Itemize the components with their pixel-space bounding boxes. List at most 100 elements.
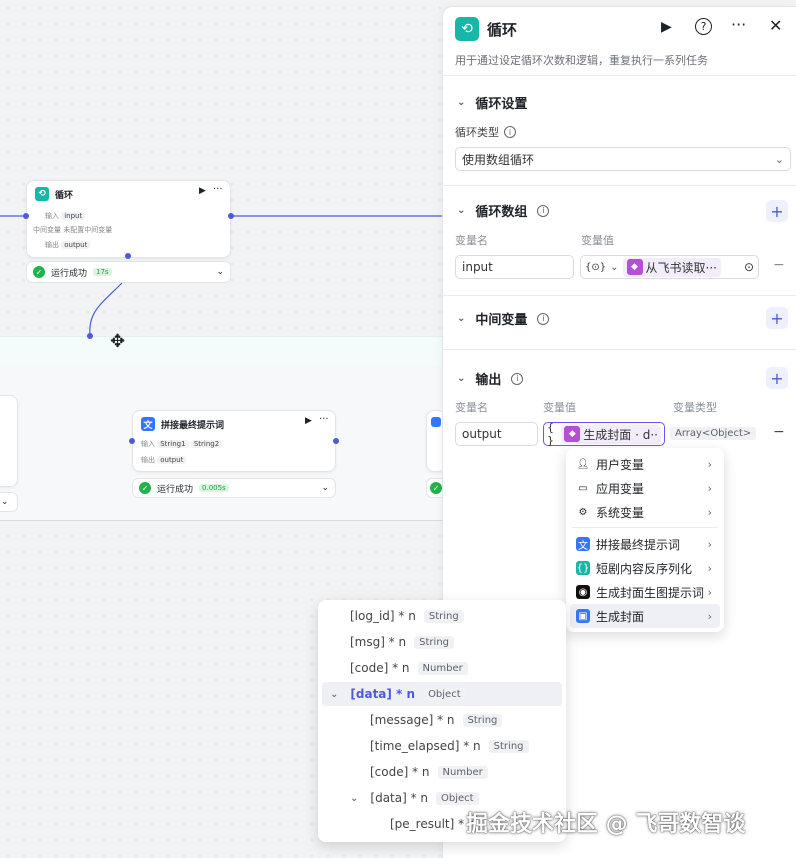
chevron-right-icon: › — [707, 561, 712, 575]
concat-output-label: 输出 — [141, 456, 155, 464]
partial-status-left[interactable]: ⌄ — [0, 492, 18, 512]
chevron-down-icon: ⌄ — [457, 205, 466, 216]
tree-row[interactable]: ⌄ [data] * n Object — [350, 787, 479, 809]
menu-item-label: 生成封面 — [596, 609, 645, 624]
add-loop-array-button[interactable]: + — [766, 200, 788, 222]
tree-row[interactable]: [pe_result] * n — [390, 813, 476, 835]
more-icon[interactable]: ··· — [319, 414, 329, 425]
concat-time-badge: 0.005s — [199, 484, 229, 492]
tree-row-type: String — [462, 713, 503, 727]
section-loop-settings[interactable]: ⌄ 循环设置 — [457, 93, 527, 112]
close-icon[interactable]: ✕ — [769, 16, 782, 35]
remove-row-button[interactable]: − — [773, 257, 785, 273]
section-output[interactable]: ⌄ 输出 i — [457, 369, 524, 388]
tree-row[interactable]: [code] * n Number — [370, 761, 488, 783]
feishu-node-icon: ◆ — [626, 259, 643, 275]
text-node-icon: 文 — [141, 417, 155, 431]
loop-body-in-port[interactable] — [87, 333, 93, 339]
loop-status-bar[interactable]: ✓ 运行成功 17s ⌄ — [26, 261, 231, 283]
image-node-icon: ◆ — [564, 426, 581, 442]
help-icon[interactable]: ? — [695, 18, 712, 35]
concat-status-bar[interactable]: ✓ 运行成功 0.005s ⌄ — [132, 478, 336, 498]
menu-item-user-vars[interactable]: 👤︎ 用户变量 › — [570, 452, 720, 476]
output-value-input[interactable]: { } ◆ 生成封面 · d·· — [543, 421, 665, 447]
code-node-icon: {} — [576, 561, 590, 575]
tree-row-label: [time_elapsed] * n — [370, 739, 481, 753]
section-loop-array[interactable]: ⌄ 循环数组 i — [457, 201, 550, 220]
panel-description: 用于通过设定循环次数和逻辑，重复执行一系列任务 — [455, 54, 708, 67]
concat-out-port[interactable] — [333, 438, 339, 444]
menu-item-cover-node[interactable]: ▣ 生成封面 › — [570, 604, 720, 628]
variable-type-icon[interactable]: {⊙} — [585, 262, 606, 273]
run-icon[interactable]: ▶ — [305, 416, 312, 426]
menu-item-label: 短剧内容反序列化 — [596, 561, 693, 576]
tree-row[interactable]: [log_id] * n String — [350, 605, 464, 627]
add-middle-var-button[interactable]: + — [766, 307, 788, 329]
tree-row-label: [pe_result] * n — [390, 817, 476, 831]
success-icon: ✓ — [139, 482, 151, 494]
tree-row[interactable]: [message] * n String — [370, 709, 503, 731]
menu-item-system-vars[interactable]: ⚙ 系统变量 › — [570, 500, 720, 524]
move-cursor-icon: ✥ — [110, 331, 126, 352]
loop-body-header — [0, 336, 442, 366]
chevron-down-icon[interactable]: ⌄ — [330, 689, 338, 700]
section-title: 循环设置 — [475, 97, 528, 112]
concat-in-port[interactable] — [129, 438, 135, 444]
output-name-input[interactable]: output — [455, 422, 538, 446]
chevron-down-icon[interactable]: ⌄ — [350, 793, 358, 804]
tree-row[interactable]: [time_elapsed] * n String — [370, 735, 529, 757]
run-icon[interactable]: ▶ — [199, 186, 206, 196]
menu-item-prompt-node[interactable]: ◉ 生成封面生图提示词 › — [570, 580, 720, 604]
col-var-name: 变量名 — [455, 401, 488, 414]
loop-array-name-input[interactable]: input — [455, 255, 574, 279]
output-ref: 生成封面 · d·· — [583, 427, 658, 442]
chevron-down-icon: ⌄ — [216, 267, 224, 277]
concat-input-chip-1: String1 — [157, 440, 189, 448]
loop-mid-label: 中间变量 — [33, 226, 61, 234]
menu-item-label: 拼接最终提示词 — [596, 537, 681, 552]
run-icon[interactable]: ▶ — [661, 19, 672, 35]
tree-row[interactable]: [msg] * n String — [350, 631, 454, 653]
concat-node[interactable]: 文 拼接最终提示词 ▶ ··· 输入 String1 String2 输出 ou… — [132, 410, 336, 472]
more-icon[interactable]: ··· — [213, 184, 223, 195]
info-icon: i — [504, 126, 516, 138]
divider — [572, 527, 718, 528]
remove-row-button[interactable]: − — [773, 424, 785, 440]
variable-type-icon[interactable]: { } — [547, 421, 558, 447]
loop-node[interactable]: ⟲ 循环 ▶ ··· 输入 input 中间变量 未配置中间变量 输出 outp… — [26, 180, 231, 258]
tree-row-label: [code] * n — [370, 765, 430, 779]
tree-row-type: String — [423, 609, 464, 623]
chevron-down-icon: ⌄ — [457, 97, 466, 108]
loop-type-value: 使用数组循环 — [462, 152, 535, 167]
loop-time-badge: 17s — [93, 268, 112, 276]
loop-out-port[interactable] — [228, 213, 234, 219]
concat-output-chip: output — [157, 456, 187, 464]
loop-in-port[interactable] — [23, 213, 29, 219]
menu-item-app-vars[interactable]: ▭ 应用变量 › — [570, 476, 720, 500]
col-var-value: 变量值 — [581, 234, 614, 247]
menu-item-label: 生成封面生图提示词 — [596, 585, 705, 600]
add-output-button[interactable]: + — [766, 367, 788, 389]
tree-row[interactable]: [code] * n Number — [350, 657, 468, 679]
tree-row-type: Object — [436, 791, 479, 805]
menu-item-label: 用户变量 — [596, 457, 645, 472]
chevron-right-icon: › — [707, 537, 712, 551]
loop-type-select[interactable]: 使用数组循环 ⌄ — [455, 147, 791, 171]
section-middle-var[interactable]: ⌄ 中间变量 i — [457, 309, 550, 328]
loop-type-label: 循环类型 — [455, 126, 499, 139]
loop-node-title: 循环 — [55, 190, 74, 201]
concat-input-label: 输入 — [141, 440, 155, 448]
menu-item-concat-node[interactable]: 文 拼接最终提示词 › — [570, 532, 720, 556]
tree-row-selected[interactable]: ⌄ [data] * n Object — [330, 683, 466, 705]
partial-node-left[interactable]: ·· — [0, 395, 18, 487]
divider — [443, 75, 796, 76]
section-title: 输出 — [475, 373, 502, 388]
target-icon[interactable]: ⊙ — [744, 260, 754, 274]
loop-icon: ⟲ — [35, 187, 49, 201]
tree-row-type: Object — [423, 687, 466, 701]
loop-array-value-input[interactable]: {⊙} ⌄ ◆ 从飞书读取··· ⊙ — [580, 255, 759, 279]
more-icon[interactable]: ·· — [0, 400, 1, 410]
menu-item-deserialize-node[interactable]: {} 短剧内容反序列化 › — [570, 556, 720, 580]
more-icon[interactable]: ··· — [731, 15, 746, 34]
loop-body-port[interactable] — [125, 253, 131, 259]
